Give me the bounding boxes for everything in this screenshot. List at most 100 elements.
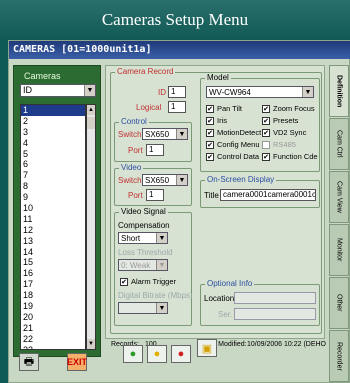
- chevron-down-icon[interactable]: ▼: [156, 260, 167, 270]
- tab-cam-view[interactable]: Cam View: [329, 171, 349, 223]
- model-capability-label: Zoom Focus: [273, 104, 315, 113]
- camera-list-item[interactable]: 9: [21, 192, 85, 203]
- compensation-label: Compensation: [118, 221, 170, 230]
- check-icon: ✔: [206, 140, 214, 149]
- control-port-field[interactable]: 1: [146, 144, 164, 156]
- camera-list-item[interactable]: 4: [21, 138, 85, 149]
- cameras-sort-value: ID: [23, 85, 32, 95]
- video-switch-label: Switch: [118, 176, 142, 185]
- edit-record-button[interactable]: ●: [147, 345, 167, 363]
- ser-field[interactable]: [234, 308, 316, 320]
- video-signal-label: Video Signal: [119, 207, 168, 216]
- save-record-button[interactable]: ▣: [197, 339, 217, 357]
- model-capability-label: RS485: [273, 140, 296, 149]
- camera-list-item[interactable]: 22: [21, 334, 85, 345]
- camera-list-item[interactable]: 15: [21, 257, 85, 268]
- camera-list-item[interactable]: 2: [21, 116, 85, 127]
- logical-field[interactable]: 1: [168, 101, 186, 113]
- compensation-value: Short: [121, 234, 141, 243]
- save-record-icon: ▣: [201, 342, 213, 355]
- camera-list-item[interactable]: 12: [21, 225, 85, 236]
- digital-bitrate-select[interactable]: ▼: [118, 302, 168, 314]
- model-capability-checkbox[interactable]: ✔ MotionDetect: [206, 128, 261, 137]
- camera-list-item[interactable]: 6: [21, 159, 85, 170]
- model-capability-checkbox[interactable]: RS485: [262, 140, 296, 149]
- chevron-down-icon[interactable]: ▼: [84, 85, 95, 96]
- model-capability-checkbox[interactable]: ✔ Zoom Focus: [262, 104, 315, 113]
- model-capability-checkbox[interactable]: ✔ Config Menu: [206, 140, 260, 149]
- chevron-down-icon[interactable]: ▼: [156, 303, 167, 313]
- side-tabs: Definition Cam Ctrl Cam View Monitor Other Re…: [329, 65, 349, 383]
- model-capability-checkbox[interactable]: ✔ Iris: [206, 116, 227, 125]
- camera-list-item[interactable]: 8: [21, 181, 85, 192]
- scroll-down-icon[interactable]: ▼: [87, 339, 95, 349]
- model-capability-checkbox[interactable]: ✔ Control Data: [206, 152, 259, 161]
- control-switch-value: SX650: [145, 130, 170, 139]
- camera-list-item[interactable]: 17: [21, 279, 85, 290]
- cameras-sort-select[interactable]: ID ▼: [20, 84, 96, 97]
- alarm-trigger-label: Alarm Trigger: [131, 277, 177, 286]
- location-label: Location: [204, 294, 235, 303]
- tab-definition[interactable]: Definition: [329, 65, 349, 117]
- model-capability-checkbox[interactable]: ✔ Pan Tilt: [206, 104, 242, 113]
- camera-list[interactable]: 1 2 3 4 5 6 7 8 9 10 11 12 13 14 15 16 17 18 19 20 21 22 23: [20, 104, 86, 350]
- model-capability-label: Function Cde: [273, 152, 318, 161]
- camera-list-item[interactable]: 1: [21, 105, 85, 116]
- check-icon: ✔: [262, 104, 270, 113]
- camera-list-item[interactable]: 11: [21, 214, 85, 225]
- tab-cam-ctrl[interactable]: Cam Ctrl: [329, 118, 349, 170]
- logical-label: Logical: [136, 103, 162, 112]
- chevron-down-icon[interactable]: ▼: [302, 87, 313, 97]
- camera-list-item[interactable]: 3: [21, 127, 85, 138]
- camera-list-item[interactable]: 21: [21, 323, 85, 334]
- chevron-down-icon[interactable]: ▼: [176, 129, 187, 139]
- check-icon: ✔: [262, 116, 270, 125]
- osd-title-field[interactable]: camera0001camera0001ca: [220, 189, 316, 201]
- alarm-trigger-checkbox[interactable]: ✔ Alarm Trigger: [120, 277, 176, 286]
- exit-button[interactable]: EXIT: [67, 353, 87, 371]
- camera-list-item[interactable]: 19: [21, 301, 85, 312]
- location-field[interactable]: [234, 292, 316, 304]
- camera-list-item[interactable]: 16: [21, 268, 85, 279]
- chevron-down-icon[interactable]: ▼: [156, 233, 167, 243]
- scroll-up-icon[interactable]: ▲: [87, 105, 95, 115]
- model-capability-checkbox[interactable]: ✔ Presets: [262, 116, 298, 125]
- tab-recorder[interactable]: Recorder: [329, 330, 349, 382]
- tab-other[interactable]: Other: [329, 277, 349, 329]
- loss-threshold-value: 0: Weak: [121, 261, 151, 270]
- model-capability-checkbox[interactable]: ✔ Function Cde: [262, 152, 318, 161]
- camera-list-item[interactable]: 23: [21, 345, 85, 349]
- camera-list-item[interactable]: 7: [21, 170, 85, 181]
- check-icon: ✔: [206, 152, 214, 161]
- camera-list-item[interactable]: 20: [21, 312, 85, 323]
- video-switch-select[interactable]: SX650 ▼: [142, 174, 188, 186]
- model-capability-label: Iris: [217, 116, 227, 125]
- camera-list-item[interactable]: 18: [21, 290, 85, 301]
- control-switch-select[interactable]: SX650 ▼: [142, 128, 188, 140]
- check-icon: ✔: [206, 116, 214, 125]
- scroll-thumb[interactable]: [87, 117, 95, 129]
- video-port-field[interactable]: 1: [146, 189, 164, 201]
- chevron-down-icon[interactable]: ▼: [176, 175, 187, 185]
- tab-monitor[interactable]: Monitor: [329, 224, 349, 276]
- camera-list-item[interactable]: 14: [21, 247, 85, 258]
- id-field[interactable]: 1: [168, 86, 186, 98]
- add-record-button[interactable]: ●: [123, 345, 143, 363]
- camera-record-label: Camera Record: [115, 67, 176, 76]
- delete-record-button[interactable]: ●: [171, 345, 191, 363]
- camera-list-item[interactable]: 5: [21, 149, 85, 160]
- model-capability-checkbox[interactable]: ✔ VD2 Sync: [262, 128, 306, 137]
- optional-info-label: Optional Info: [205, 279, 255, 288]
- id-label: ID: [158, 88, 166, 97]
- model-capability-label: VD2 Sync: [273, 128, 307, 137]
- ser-label: Ser.: [218, 310, 233, 319]
- camera-list-item[interactable]: 10: [21, 203, 85, 214]
- loss-threshold-select[interactable]: 0: Weak ▼: [118, 259, 168, 271]
- print-button[interactable]: 🖶: [19, 353, 39, 371]
- model-select[interactable]: WV-CW964 ▼: [206, 86, 314, 98]
- camera-list-item[interactable]: 13: [21, 236, 85, 247]
- page-title: Cameras Setup Menu: [0, 0, 350, 40]
- compensation-select[interactable]: Short ▼: [118, 232, 168, 244]
- camera-list-scrollbar[interactable]: ▲ ▼: [86, 104, 96, 350]
- osd-label: On-Screen Display: [205, 175, 277, 184]
